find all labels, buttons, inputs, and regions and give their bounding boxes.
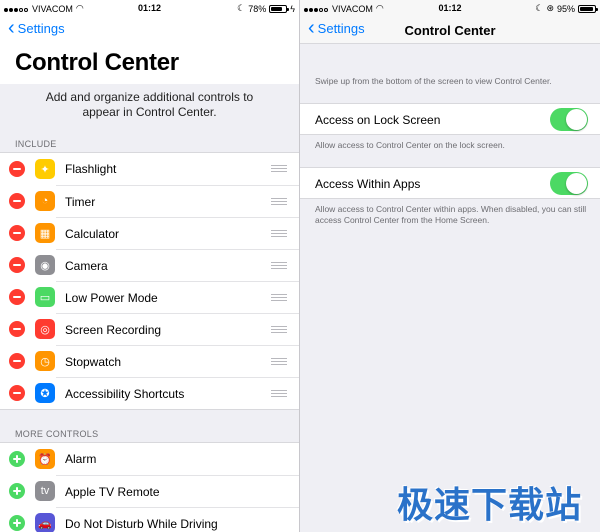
control-row[interactable]: 🚗 Do Not Disturb While Driving [0,507,299,532]
include-list: ✦ Flashlight ◔ Timer ▦ Calculator ◉ Camera ▭ Low … [0,152,299,410]
back-label: Settings [17,21,65,36]
accessibility-icon: ✪ [35,383,55,403]
timer-icon: ◔ [35,191,55,211]
more-controls-section-header: MORE CONTROLS [15,429,99,439]
calculator-icon: ▦ [35,223,55,243]
alarm-icon: ⏰ [35,449,55,469]
status-bar: VIVACOM ◠ 01:12 ☾ 78% ϟ [0,0,299,16]
control-row[interactable]: ✪ Accessibility Shortcuts [0,377,299,409]
control-center-customize-screen: VIVACOM ◠ 01:12 ☾ 78% ϟ ‹ Settings Contr… [0,0,299,532]
control-label: Low Power Mode [65,290,158,305]
control-row[interactable]: ✦ Flashlight [0,153,299,185]
intro-note: Swipe up from the bottom of the screen t… [315,76,552,86]
control-label: Flashlight [65,162,117,176]
control-label: Stopwatch [65,354,122,369]
reorder-handle-icon[interactable] [271,326,287,335]
chevron-left-icon: ‹ [8,17,15,39]
reorder-handle-icon[interactable] [271,358,287,367]
add-control-button[interactable] [9,451,25,467]
reorder-handle-icon[interactable] [271,294,287,303]
reorder-handle-icon[interactable] [271,230,287,239]
camera-icon: ◉ [35,255,55,275]
remove-control-button[interactable] [9,225,25,241]
toggle-knob [566,173,587,194]
control-row[interactable]: ◷ Stopwatch [0,345,299,377]
moon-icon: ☾ [237,3,246,13]
within-apps-label: Access Within Apps [315,177,421,191]
control-row[interactable]: ⏰ Alarm [0,443,299,475]
control-row[interactable]: tv Apple TV Remote [0,475,299,507]
more-controls-list: ⏰ Alarm tv Apple TV Remote 🚗 Do Not Disturb W… [0,442,299,532]
reorder-handle-icon[interactable] [271,390,287,399]
page-title: Control Center [15,49,179,76]
control-row[interactable]: ▦ Calculator [0,217,299,249]
page-description: Add and organize additional controls to … [45,90,254,119]
control-label: Calculator [65,226,120,241]
battery-icon: ▭ [35,287,55,307]
control-label: Apple TV Remote [65,484,160,499]
remove-control-button[interactable] [9,353,25,369]
control-row[interactable]: ◎ Screen Recording [0,313,299,345]
apple-tv-icon: tv [35,481,55,501]
nav-title: Control Center [404,23,496,38]
lock-screen-row: Access on Lock Screen [300,103,600,135]
remove-control-button[interactable] [9,385,25,401]
remove-control-button[interactable] [9,289,25,305]
flashlight-icon: ✦ [35,159,55,179]
status-bar: VIVACOM ◠ 01:12 ☾ ⊛ 95% [300,0,600,16]
reorder-handle-icon[interactable] [271,262,287,271]
moon-icon: ☾ [535,3,544,13]
lock-rotation-icon: ⊛ [546,3,554,13]
control-label: Camera [65,258,108,273]
back-button[interactable]: ‹ Settings [8,17,65,39]
battery-icon [578,4,598,13]
car-icon: 🚗 [35,513,55,532]
control-label: Screen Recording [65,322,162,337]
within-apps-row: Access Within Apps [300,167,600,199]
reorder-handle-icon[interactable] [271,165,287,174]
control-row[interactable]: ◉ Camera [0,249,299,281]
charging-icon: ϟ [290,3,295,14]
remove-control-button[interactable] [9,257,25,273]
remove-control-button[interactable] [9,321,25,337]
battery-percent: 95% [556,3,575,14]
watermark-logo: 极速下载站 [396,484,582,525]
within-apps-note: Allow access to Control Center within ap… [315,204,587,225]
control-label: Accessibility Shortcuts [65,386,185,401]
remove-control-button[interactable] [9,193,25,209]
stopwatch-icon: ◷ [35,351,55,371]
battery-percent: 78% [248,3,267,14]
lock-screen-note: Allow access to Control Center on the lo… [315,140,505,150]
lock-screen-toggle[interactable] [550,108,588,131]
record-icon: ◎ [35,319,55,339]
include-section-header: INCLUDE [15,139,57,149]
add-control-button[interactable] [9,515,25,531]
control-label: Do Not Disturb While Driving [65,516,218,531]
battery-icon [269,4,290,13]
remove-control-button[interactable] [9,161,25,177]
within-apps-toggle[interactable] [550,172,588,195]
control-row[interactable]: ◔ Timer [0,185,299,217]
control-row[interactable]: ▭ Low Power Mode [0,281,299,313]
control-label: Alarm [65,452,97,466]
control-label: Timer [65,194,96,209]
lock-screen-label: Access on Lock Screen [315,113,441,127]
control-center-settings-screen: VIVACOM ◠ 01:12 ☾ ⊛ 95% ‹ Settings Contr… [300,0,600,532]
reorder-handle-icon[interactable] [271,198,287,207]
add-control-button[interactable] [9,483,25,499]
toggle-knob [566,109,587,130]
